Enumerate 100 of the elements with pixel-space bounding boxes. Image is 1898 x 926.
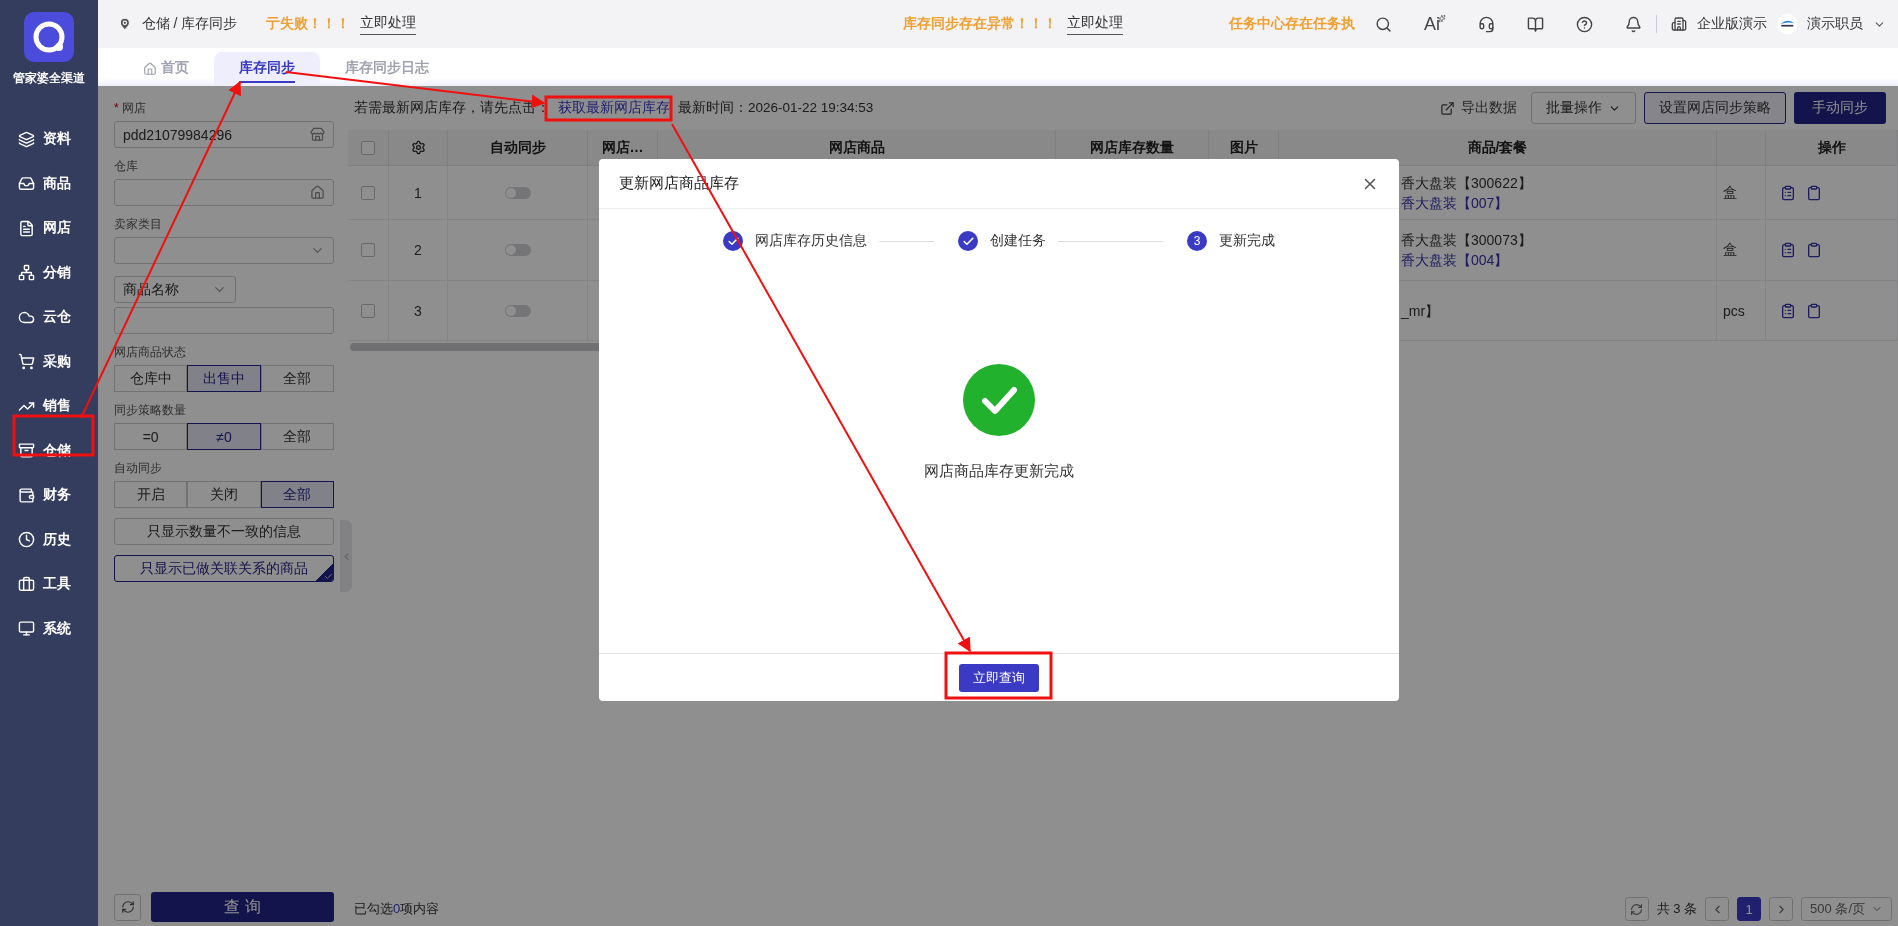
handle-now-link[interactable]: 立即处理 [359,13,416,35]
sidebar-item[interactable]: 云仓 [0,295,98,340]
step-number: 3 [1187,231,1207,251]
sidebar-item[interactable]: 系统 [0,606,98,651]
help-icon[interactable] [1575,15,1593,33]
table-cell-text: 香大盘装【300622】 [1401,173,1532,193]
sidebar-item[interactable]: 采购 [0,339,98,384]
tab[interactable]: 库存同步 [214,52,320,86]
ai-assistant-button[interactable]: Ai [1423,13,1440,35]
sidebar-item[interactable]: 网店 [0,206,98,251]
table-cell-text: _mr】 [1401,301,1440,321]
edition-label[interactable]: 企业版演示 [1696,15,1767,33]
page-size-select[interactable]: 500 条/页 [1801,897,1892,921]
select-field[interactable] [114,237,334,264]
sidebar-item[interactable]: 销售 [0,384,98,429]
product-link[interactable]: 香大盘装【007】 [1401,192,1509,213]
clipboard-icon[interactable] [1780,242,1796,258]
column-header: 自动同步 [448,130,588,166]
settings-icon[interactable] [410,140,426,155]
segment-option[interactable]: 开启 [114,481,188,508]
step-label: 网店库存历史信息 [755,232,867,250]
field-label: 仓库 [114,158,139,175]
product-link[interactable]: 香大盘装【004】 [1401,250,1509,270]
clipboard-icon[interactable] [1806,302,1822,319]
previous-page-button[interactable] [1705,897,1730,921]
segment-option[interactable]: 全部 [260,423,334,450]
collapse-handle[interactable] [340,520,352,592]
checkbox[interactable] [361,303,375,318]
reset-button[interactable] [114,893,141,921]
field-label: 自动同步 [114,460,163,477]
handle-now-link[interactable]: 立即处理 [1067,13,1124,35]
app-logo-icon [24,12,74,62]
sidebar-item[interactable]: 工具 [0,562,98,607]
archive-icon [18,442,35,460]
refresh-button[interactable] [1624,897,1649,921]
step-label: 更新完成 [1219,232,1275,250]
toggle-switch[interactable] [504,244,531,256]
store-icon [310,127,325,142]
headset-icon[interactable] [1477,15,1495,33]
bell-icon[interactable] [1624,15,1642,33]
table-cell: 2 [389,220,448,281]
sidebar-item[interactable]: 商品 [0,161,98,206]
table-cell-text: 香大盘装【300073】 [1401,231,1532,250]
query-now-button[interactable]: 立即查询 [959,663,1039,692]
manual-sync-button[interactable]: 手动同步 [1794,92,1886,124]
step-check-icon [723,231,743,251]
clipboard-icon[interactable] [1780,302,1796,319]
toggle-switch[interactable] [504,186,531,199]
filter-toggle[interactable]: 只显示数量不一致的信息 [114,518,334,545]
sparkle-icon [1438,13,1446,23]
company-logo-icon [1776,12,1798,36]
step-check-icon [958,231,978,251]
sidebar-item[interactable]: 财务 [0,473,98,518]
query-button[interactable]: 查 询 [151,892,334,922]
input-field[interactable] [114,307,334,334]
segment-option[interactable]: 出售中 [187,365,261,392]
clipboard-icon[interactable] [1806,184,1822,201]
segment-option[interactable]: 全部 [260,481,334,508]
building-icon [1670,16,1687,32]
latest-time-text: 最新时间：2026-01-22 19:34:53 [678,99,874,117]
briefcase-icon [18,575,35,593]
search-icon[interactable] [1374,15,1392,33]
field-label: 同步策略数量 [114,402,187,419]
input-field[interactable] [114,179,334,206]
app-name: 管家婆全渠道 [13,70,85,87]
clock-icon [18,531,35,549]
table-cell: 1 [389,166,448,220]
clipboard-icon[interactable] [1806,242,1822,258]
monitor-icon [18,620,35,638]
checkbox[interactable] [361,243,375,257]
segment-option[interactable]: ≠0 [187,423,261,450]
selection-count-text: 已勾选0项内容 [354,900,440,918]
segment-option[interactable]: 仓库中 [114,365,188,392]
location-pin-icon [118,16,132,32]
house-icon [310,185,325,200]
field-label: * 网店 [114,100,147,117]
sidebar-item[interactable]: 资料 [0,117,98,162]
book-icon[interactable] [1526,15,1544,33]
success-check-icon [963,363,1035,436]
page-button[interactable]: 1 [1737,897,1762,921]
segment-option[interactable]: 关闭 [187,481,261,508]
inbox-icon [18,175,35,193]
sidebar-item[interactable]: 历史 [0,517,98,562]
user-name[interactable]: 演示职员 [1807,15,1864,33]
clipboard-icon[interactable] [1780,184,1796,201]
column-header: 商品/套餐 [1279,130,1717,166]
next-page-button[interactable] [1769,897,1794,921]
alert-notice: 亍失败！！！ [265,15,350,33]
checkbox[interactable] [361,140,375,155]
export-button[interactable]: 导出数据 [1434,93,1523,123]
toggle-switch[interactable] [504,304,531,317]
segment-option[interactable]: 全部 [260,365,334,392]
filter-toggle[interactable]: 只显示已做关联关系的商品 [114,555,334,582]
sidebar-item[interactable]: 分销 [0,250,98,295]
breadcrumb: 仓储 / 库存同步 [141,15,238,33]
field-label: 卖家类目 [114,216,163,233]
batch-dropdown[interactable]: 批量操作 [1531,92,1636,124]
segment-option[interactable]: =0 [114,423,188,450]
strategy-button[interactable]: 设置网店同步策略 [1644,92,1786,124]
checkbox[interactable] [361,185,375,200]
